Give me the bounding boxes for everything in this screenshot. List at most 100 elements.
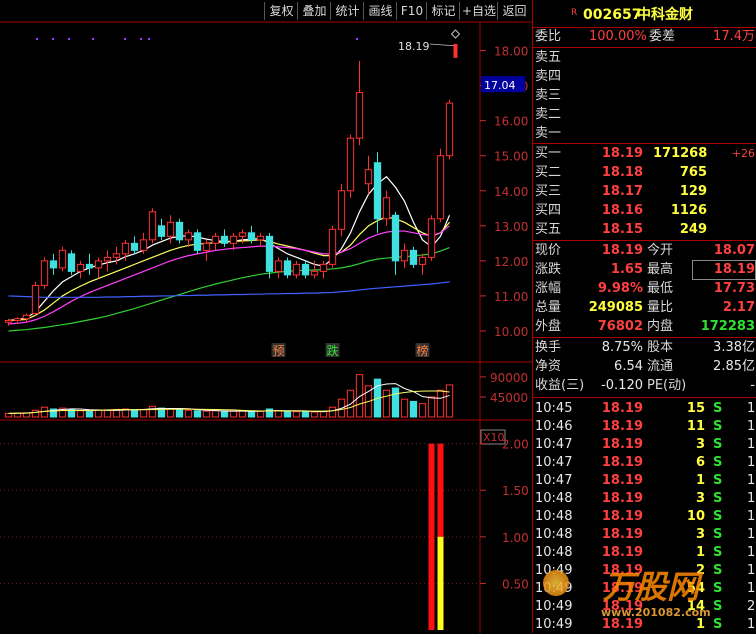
tick-price: 18.19 bbox=[601, 527, 643, 542]
candle-body bbox=[193, 232, 202, 251]
weibi-row: 委比 100.00% 委差 17.4万 bbox=[535, 29, 755, 44]
candle-body bbox=[103, 256, 112, 262]
tick-time: 10:47 bbox=[535, 455, 573, 470]
tick-time: 10:48 bbox=[535, 509, 573, 524]
volume-tick-label: 45000 bbox=[490, 391, 528, 405]
buy-level-volume: 1126 bbox=[670, 203, 707, 218]
tick-side: S bbox=[713, 455, 723, 470]
fundamental-label: 净资 bbox=[535, 359, 562, 374]
tick-row[interactable]: 10:47 18.19 3 S 1 bbox=[533, 436, 756, 454]
quote-row: 外盘 76802 内盘 172283 bbox=[533, 318, 756, 336]
fundamental-label: 股本 bbox=[647, 340, 674, 355]
buy-level-row: 买四 18.16 1126 bbox=[533, 202, 756, 220]
tick-time: 10:47 bbox=[535, 473, 573, 488]
volume-bar bbox=[148, 405, 157, 418]
tick-time: 10:48 bbox=[535, 491, 573, 506]
indicator-tick-label: 1.00 bbox=[502, 531, 529, 545]
quote-label: 外盘 bbox=[535, 319, 562, 334]
quote-value: 1.65 bbox=[610, 262, 643, 277]
candle-body bbox=[139, 239, 148, 251]
quote-label: 涨跌 bbox=[535, 262, 562, 277]
indicator-tick-label: 2.00 bbox=[502, 438, 529, 452]
fundamental-label: 流通 bbox=[647, 359, 674, 374]
volume-bar bbox=[220, 411, 229, 418]
volume-bar bbox=[400, 398, 409, 418]
buy-level-volume: 171268 bbox=[653, 146, 708, 161]
volume-bar bbox=[76, 410, 85, 418]
candle-body bbox=[166, 221, 175, 237]
fundamental-row: 收益(三) -0.120 PE(动) - bbox=[533, 377, 756, 395]
candle-body bbox=[265, 235, 274, 272]
fundamental-value: 8.75% bbox=[601, 340, 643, 355]
candle-body bbox=[400, 249, 409, 262]
volume-bar bbox=[301, 411, 310, 418]
watermark-logo-icon bbox=[543, 570, 569, 596]
fundamental-value: -0.120 bbox=[601, 378, 643, 393]
candle-body bbox=[427, 218, 436, 258]
candle-body bbox=[382, 197, 391, 220]
sell-level-row: 卖五 bbox=[533, 49, 756, 67]
tick-row[interactable]: 10:46 18.19 11 S 1 bbox=[533, 418, 756, 436]
stock-name: 中科金财 bbox=[637, 7, 693, 23]
tick-row[interactable]: 10:48 18.19 3 S 1 bbox=[533, 490, 756, 508]
buy-level-label: 买四 bbox=[535, 203, 562, 218]
tick-count: 1 bbox=[747, 401, 756, 416]
quote-value: 172283 bbox=[700, 319, 755, 334]
volume-bar bbox=[4, 412, 13, 418]
volume-bar bbox=[175, 409, 184, 418]
candle-body bbox=[229, 235, 238, 244]
volume-tick-label: 90000 bbox=[490, 371, 528, 385]
stock-flag: R bbox=[571, 8, 578, 18]
stock-code: 002657 bbox=[583, 7, 642, 23]
sell-level-row: 卖二 bbox=[533, 106, 756, 124]
tick-count: 1 bbox=[747, 473, 756, 488]
volume-bar bbox=[40, 406, 49, 418]
volume-bar bbox=[409, 400, 418, 418]
sell-level-label: 卖一 bbox=[535, 126, 562, 141]
volume-bar bbox=[382, 389, 391, 418]
tick-price: 18.19 bbox=[601, 491, 643, 506]
tick-count: 1 bbox=[747, 455, 756, 470]
quote-label: 今开 bbox=[647, 243, 674, 258]
quote-value: 2.17 bbox=[722, 300, 755, 315]
tick-row[interactable]: 10:45 18.19 15 S 1 bbox=[533, 400, 756, 418]
candle-body bbox=[148, 211, 157, 241]
chart-area[interactable]: 复权叠加统计画线F10标记+自选返回 18.0017.0016.0015.001… bbox=[0, 0, 532, 633]
candle-body bbox=[445, 102, 454, 157]
tick-row[interactable]: 10:47 18.19 6 S 1 bbox=[533, 454, 756, 472]
volume-bar bbox=[427, 396, 436, 418]
quote-value: 9.98% bbox=[597, 281, 643, 296]
tick-time: 10:45 bbox=[535, 401, 573, 416]
buy-level-row: 买三 18.17 129 bbox=[533, 183, 756, 201]
volume-bar bbox=[247, 411, 256, 418]
quote-value: 18.07 bbox=[713, 243, 755, 258]
sell-level-row: 卖四 bbox=[533, 68, 756, 86]
sell-level-label: 卖五 bbox=[535, 50, 562, 65]
weibi-value: 100.00% bbox=[589, 29, 647, 44]
tick-price: 18.19 bbox=[601, 473, 643, 488]
fundamental-value: 2.85亿 bbox=[713, 359, 755, 374]
signal-label: 预 bbox=[273, 344, 285, 358]
top-marker-dot bbox=[68, 38, 70, 40]
volume-bar bbox=[211, 410, 220, 418]
tick-count: 1 bbox=[747, 509, 756, 524]
top-marker-dot bbox=[124, 38, 126, 40]
tick-row[interactable]: 10:47 18.19 1 S 1 bbox=[533, 472, 756, 490]
kline-chart[interactable]: 18.0017.0016.0015.0014.0013.0012.0011.00… bbox=[0, 0, 532, 633]
volume-bar bbox=[229, 410, 238, 418]
buy-level-price: 18.19 bbox=[601, 146, 643, 161]
indicator-tick-label: 0.50 bbox=[502, 577, 529, 591]
volume-bar bbox=[319, 411, 328, 418]
candle-body bbox=[292, 263, 301, 276]
buy-level-label: 买一 bbox=[535, 146, 562, 161]
tick-side: S bbox=[713, 401, 723, 416]
tick-volume: 15 bbox=[686, 401, 705, 416]
top-marker-dot bbox=[92, 38, 94, 40]
quote-row: 涨跌 1.65 最高 18.19 bbox=[533, 260, 756, 280]
quote-value: 18.19 bbox=[692, 260, 756, 280]
sell-level-row: 卖一 bbox=[533, 125, 756, 143]
tick-row[interactable]: 10:48 18.19 10 S 1 bbox=[533, 508, 756, 526]
buy-level-row: 买一 18.19 171268 +26 bbox=[533, 145, 756, 163]
tick-row[interactable]: 10:48 18.19 3 S 1 bbox=[533, 526, 756, 544]
quote-label: 涨幅 bbox=[535, 281, 562, 296]
